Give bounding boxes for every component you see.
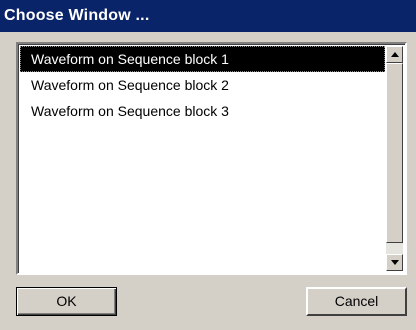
- dialog-title: Choose Window ...: [4, 7, 150, 24]
- cancel-button[interactable]: Cancel: [306, 287, 407, 316]
- list-item[interactable]: Waveform on Sequence block 3: [20, 98, 385, 124]
- scroll-up-arrow-icon: [391, 52, 399, 57]
- dialog-title-bar[interactable]: Choose Window ...: [0, 0, 416, 32]
- scroll-down-arrow-icon: [391, 260, 399, 265]
- scrollbar-thumb[interactable]: [386, 63, 403, 243]
- vertical-scrollbar[interactable]: [386, 46, 403, 271]
- scroll-down-button[interactable]: [386, 254, 403, 271]
- window-list: Waveform on Sequence block 1 Waveform on…: [20, 46, 385, 271]
- scroll-up-button[interactable]: [386, 46, 403, 63]
- ok-button[interactable]: OK: [16, 287, 117, 316]
- window-listbox[interactable]: Waveform on Sequence block 1 Waveform on…: [16, 42, 407, 275]
- list-item[interactable]: Waveform on Sequence block 2: [20, 72, 385, 98]
- list-item[interactable]: Waveform on Sequence block 1: [20, 46, 385, 72]
